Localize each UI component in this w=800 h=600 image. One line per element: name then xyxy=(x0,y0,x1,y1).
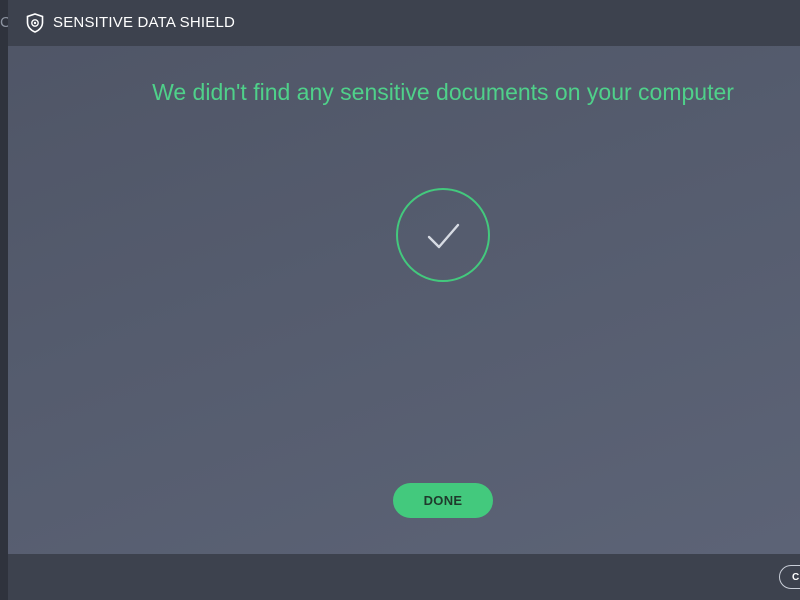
app-title: SENSITIVE DATA SHIELD xyxy=(53,14,236,31)
footer-close-button[interactable]: C xyxy=(779,565,800,589)
app-window: SENSITIVE DATA SHIELD We didn't find any… xyxy=(8,0,800,600)
background-window-edge: C xyxy=(0,0,8,600)
checkmark-circle-icon xyxy=(395,187,491,283)
shield-eye-icon xyxy=(26,13,44,33)
done-button[interactable]: DONE xyxy=(393,483,493,518)
background-window-glyph: C xyxy=(0,14,8,31)
result-headline: We didn't find any sensitive documents o… xyxy=(152,79,734,105)
title-bar: SENSITIVE DATA SHIELD xyxy=(8,0,800,46)
footer-bar: C xyxy=(8,554,800,600)
